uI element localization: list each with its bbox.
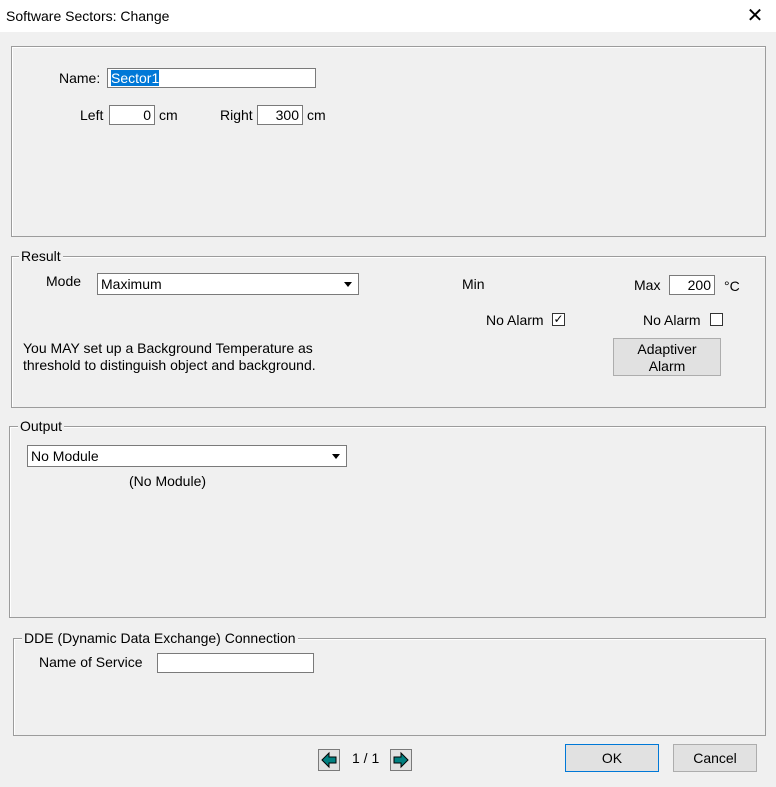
- left-unit: cm: [159, 107, 178, 123]
- max-input[interactable]: 200: [669, 275, 715, 295]
- min-no-alarm-label: No Alarm: [486, 312, 544, 328]
- service-input[interactable]: [157, 653, 314, 673]
- service-label: Name of Service: [39, 654, 143, 670]
- adaptive-alarm-label-1: Adaptiver: [637, 341, 697, 357]
- cancel-button[interactable]: Cancel: [673, 744, 757, 772]
- chevron-down-icon[interactable]: [339, 275, 357, 293]
- dde-legend: DDE (Dynamic Data Exchange) Connection: [22, 630, 298, 646]
- background-note-line2: threshold to distinguish object and back…: [23, 357, 316, 373]
- title-bar: Software Sectors: Change ✕: [0, 0, 776, 32]
- name-input[interactable]: Sector1: [107, 68, 316, 88]
- chevron-down-icon[interactable]: [327, 447, 345, 465]
- arrow-right-icon[interactable]: [390, 749, 412, 771]
- right-unit: cm: [307, 107, 326, 123]
- right-label: Right: [220, 107, 253, 123]
- check-mark-icon: ✓: [553, 312, 564, 326]
- page-indicator: 1 / 1: [352, 750, 380, 766]
- result-legend: Result: [19, 248, 63, 264]
- name-value: Sector1: [111, 70, 160, 86]
- min-label: Min: [462, 276, 485, 292]
- right-input[interactable]: 300: [257, 105, 303, 125]
- min-no-alarm-checkbox[interactable]: ✓: [552, 313, 565, 326]
- ok-button[interactable]: OK: [565, 744, 659, 772]
- max-no-alarm-checkbox[interactable]: [710, 313, 723, 326]
- max-unit: °C: [724, 278, 740, 294]
- dde-panel: [13, 638, 766, 736]
- mode-value: Maximum: [101, 276, 162, 292]
- mode-label: Mode: [46, 273, 82, 289]
- adaptive-alarm-button[interactable]: Adaptiver Alarm: [613, 338, 721, 376]
- module-value: No Module: [31, 448, 99, 464]
- adaptive-alarm-label-2: Alarm: [648, 358, 686, 374]
- arrow-left-icon[interactable]: [318, 749, 340, 771]
- window-title: Software Sectors: Change: [6, 8, 170, 24]
- output-legend: Output: [18, 418, 65, 434]
- max-no-alarm-label: No Alarm: [643, 312, 701, 328]
- left-label: Left: [80, 107, 104, 123]
- module-select[interactable]: No Module: [27, 445, 347, 467]
- max-label: Max: [634, 277, 661, 293]
- background-note-line1: You MAY set up a Background Temperature …: [23, 340, 313, 356]
- module-caption: (No Module): [129, 473, 207, 489]
- left-input[interactable]: 0: [109, 105, 155, 125]
- mode-select[interactable]: Maximum: [97, 273, 359, 295]
- close-icon[interactable]: ✕: [742, 2, 768, 30]
- name-label: Name:: [59, 70, 101, 86]
